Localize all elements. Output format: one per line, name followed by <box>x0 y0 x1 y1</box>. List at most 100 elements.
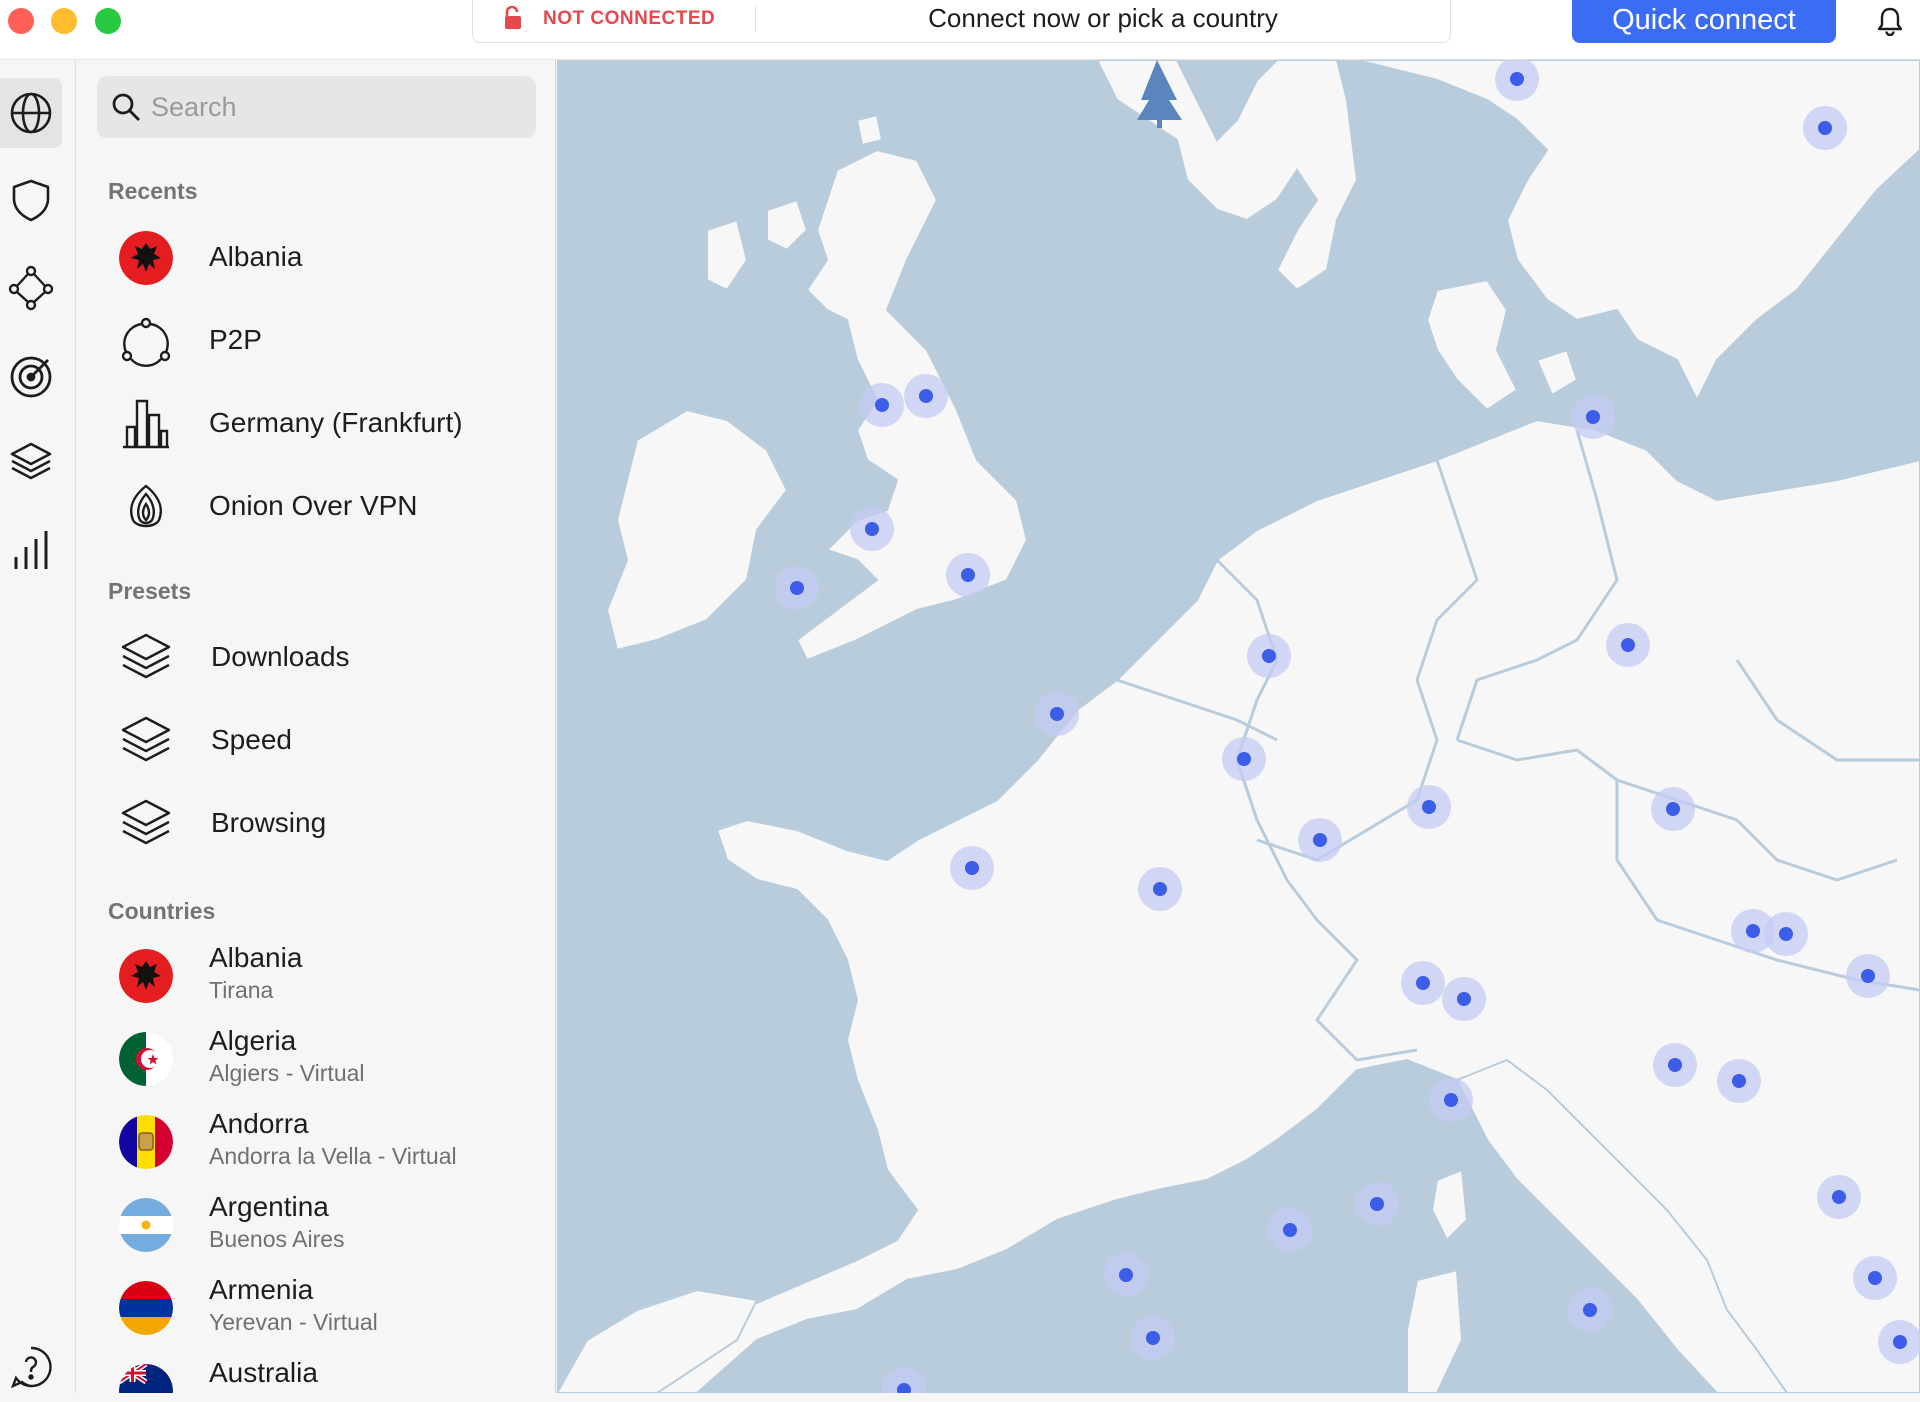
rail-specialty-button[interactable] <box>0 340 62 410</box>
minimize-window-button[interactable] <box>51 8 77 34</box>
preset-item-label: Browsing <box>211 807 327 838</box>
server-marker[interactable] <box>1104 1253 1148 1297</box>
country-item-albania[interactable]: Albania Tirana <box>97 936 537 1016</box>
server-marker[interactable] <box>1651 787 1695 831</box>
server-marker[interactable] <box>1817 1175 1861 1219</box>
rail-help-button[interactable] <box>0 1332 62 1402</box>
globe-icon <box>10 92 52 134</box>
preset-item-browsing[interactable]: Browsing <box>97 784 537 864</box>
server-marker[interactable] <box>1495 60 1539 101</box>
recent-item-germany-frankfurt[interactable]: Germany (Frankfurt) <box>97 384 537 464</box>
rail-globe-button[interactable] <box>0 78 62 148</box>
server-marker[interactable] <box>1653 1043 1697 1087</box>
server-marker[interactable] <box>1268 1208 1312 1252</box>
stats-icon <box>14 531 48 569</box>
recent-item-albania[interactable]: Albania <box>97 218 537 298</box>
server-marker[interactable] <box>1131 1316 1175 1360</box>
country-name: Armenia <box>209 1274 314 1305</box>
server-marker[interactable] <box>946 553 990 597</box>
rail-threat-protection-button[interactable] <box>0 165 62 235</box>
p2p-icon <box>121 317 171 367</box>
server-marker[interactable] <box>950 846 994 890</box>
server-marker[interactable] <box>860 383 904 427</box>
server-marker[interactable] <box>1407 785 1451 829</box>
search-box[interactable] <box>97 76 536 138</box>
country-item-armenia[interactable]: Armenia Yerevan - Virtual <box>97 1268 537 1348</box>
meshnet-icon <box>8 265 54 311</box>
navigation-rail <box>0 60 76 1393</box>
server-marker[interactable] <box>1222 737 1266 781</box>
server-marker[interactable] <box>882 1368 926 1393</box>
server-marker[interactable] <box>1401 961 1445 1005</box>
server-marker[interactable] <box>1429 1078 1473 1122</box>
argentina-flag-icon <box>119 1198 173 1252</box>
country-city: Tirana <box>209 977 274 1003</box>
preset-item-label: Downloads <box>211 641 350 672</box>
country-city: Andorra la Vella - Virtual <box>209 1143 457 1169</box>
top-bar: NOT CONNECTED Connect now or pick a coun… <box>0 0 1920 60</box>
country-item-andorra[interactable]: Andorra Andorra la Vella - Virtual <box>97 1102 537 1182</box>
server-marker[interactable] <box>1247 634 1291 678</box>
country-item-australia[interactable]: Australia <box>97 1351 537 1393</box>
server-marker[interactable] <box>1035 692 1079 736</box>
server-marker[interactable] <box>1355 1182 1399 1226</box>
preset-item-speed[interactable]: Speed <box>97 701 537 781</box>
server-marker[interactable] <box>1442 977 1486 1021</box>
albania-flag-icon <box>119 231 173 285</box>
help-icon <box>10 1346 52 1389</box>
search-input[interactable] <box>151 76 521 138</box>
server-marker[interactable] <box>1571 395 1615 439</box>
server-sidebar: Recents Albania P2P Germany (Frankfurt) … <box>77 60 556 1393</box>
country-name: Andorra <box>209 1108 309 1139</box>
connection-status-bar[interactable]: NOT CONNECTED Connect now or pick a coun… <box>472 0 1451 43</box>
recent-item-label: Germany (Frankfurt) <box>209 407 463 438</box>
preset-item-downloads[interactable]: Downloads <box>97 618 537 698</box>
close-window-button[interactable] <box>8 8 34 34</box>
server-marker[interactable] <box>1298 818 1342 862</box>
zoom-window-button[interactable] <box>95 8 121 34</box>
onion-icon <box>130 484 162 528</box>
server-marker[interactable] <box>1606 623 1650 667</box>
search-icon <box>112 93 140 121</box>
country-name: Argentina <box>209 1191 329 1222</box>
server-map[interactable] <box>557 60 1920 1393</box>
server-marker[interactable] <box>904 374 948 418</box>
country-item-argentina[interactable]: Argentina Buenos Aires <box>97 1185 537 1265</box>
server-marker[interactable] <box>1717 1059 1761 1103</box>
recent-item-label: Albania <box>209 241 303 272</box>
rail-presets-button[interactable] <box>0 427 62 497</box>
recents-heading: Recents <box>108 178 198 204</box>
server-marker[interactable] <box>775 566 819 610</box>
server-marker[interactable] <box>1846 954 1890 998</box>
server-marker[interactable] <box>1764 912 1808 956</box>
server-marker[interactable] <box>1878 1320 1920 1364</box>
layers-icon <box>121 799 171 845</box>
recent-item-label: Onion Over VPN <box>209 490 418 521</box>
country-name: Algeria <box>209 1025 297 1056</box>
presets-heading: Presets <box>108 578 192 604</box>
country-city: Yerevan - Virtual <box>209 1309 378 1335</box>
server-marker[interactable] <box>1853 1256 1897 1300</box>
quick-connect-button[interactable]: Quick connect <box>1572 0 1836 43</box>
recent-item-p2p[interactable]: P2P <box>97 301 537 381</box>
country-city: Algiers - Virtual <box>209 1060 365 1086</box>
open-lock-icon <box>505 6 521 29</box>
rail-stats-button[interactable] <box>0 515 62 585</box>
city-icon <box>123 399 169 449</box>
countries-heading: Countries <box>108 898 216 924</box>
server-marker[interactable] <box>1803 106 1847 150</box>
country-city: Buenos Aires <box>209 1226 345 1252</box>
server-marker[interactable] <box>1568 1288 1612 1332</box>
algeria-flag-icon <box>119 1032 173 1086</box>
rail-meshnet-button[interactable] <box>0 253 62 323</box>
shield-icon <box>12 179 50 222</box>
server-markers <box>775 60 1920 1393</box>
server-marker[interactable] <box>1138 867 1182 911</box>
country-name: Albania <box>209 942 303 973</box>
country-item-algeria[interactable]: Algeria Algiers - Virtual <box>97 1019 537 1099</box>
server-marker[interactable] <box>850 507 894 551</box>
bell-icon[interactable] <box>1876 6 1904 36</box>
recent-item-onion-over-vpn[interactable]: Onion Over VPN <box>97 467 537 547</box>
layers-icon <box>121 716 171 762</box>
albania-flag-icon <box>119 949 173 1003</box>
